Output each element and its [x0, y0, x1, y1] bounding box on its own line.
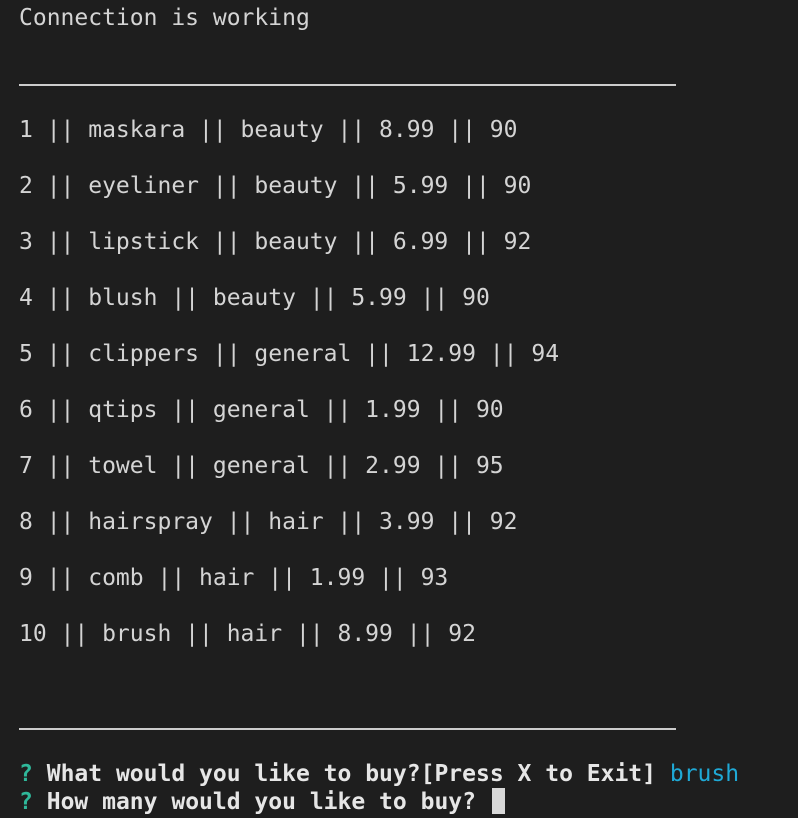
product-row: 10 || brush || hair || 8.99 || 92: [19, 621, 476, 647]
product-row: 5 || clippers || general || 12.99 || 94: [19, 341, 560, 367]
product-row: 8 || hairspray || hair || 3.99 || 92: [19, 509, 518, 535]
product-row: 2 || eyeliner || beauty || 5.99 || 90: [19, 173, 532, 199]
separator-top: [19, 84, 676, 86]
connection-status: Connection is working: [19, 5, 310, 31]
question-mark-icon: ?: [19, 761, 33, 787]
product-row: 1 || maskara || beauty || 8.99 || 90: [19, 117, 518, 143]
buy-question: What would you like to buy?[Press X to E…: [46, 761, 656, 787]
quantity-prompt[interactable]: ? How many would you like to buy?: [19, 788, 505, 816]
product-row: 4 || blush || beauty || 5.99 || 90: [19, 285, 490, 311]
product-row: 7 || towel || general || 2.99 || 95: [19, 453, 504, 479]
quantity-question: How many would you like to buy?: [46, 789, 476, 815]
buy-answer: brush: [669, 761, 740, 787]
terminal-window[interactable]: Connection is working 1 || maskara || be…: [0, 0, 798, 818]
product-row: 6 || qtips || general || 1.99 || 90: [19, 397, 504, 423]
text-cursor: [491, 788, 505, 814]
product-row: 3 || lipstick || beauty || 6.99 || 92: [19, 229, 532, 255]
question-mark-icon: ?: [19, 789, 33, 815]
product-row: 9 || comb || hair || 1.99 || 93: [19, 565, 449, 591]
buy-prompt: ? What would you like to buy?[Press X to…: [19, 760, 739, 788]
separator-bottom: [19, 728, 676, 730]
